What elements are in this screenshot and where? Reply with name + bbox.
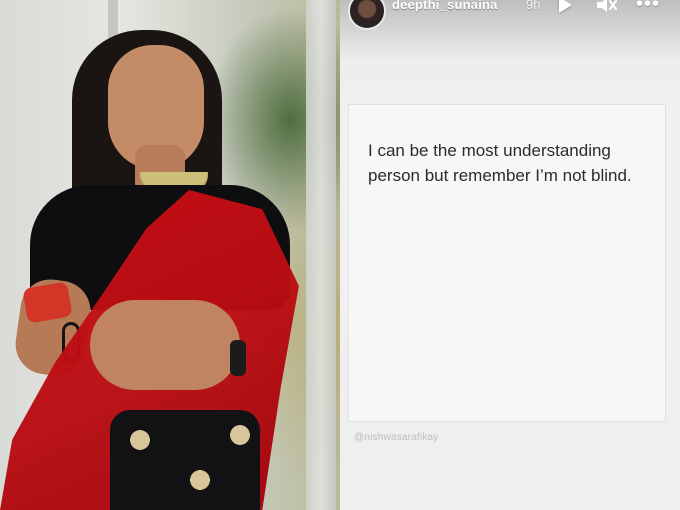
story-time: 9h [526, 0, 541, 12]
wrist-watch [230, 340, 246, 376]
avatar[interactable] [348, 0, 386, 30]
muted-volume-icon[interactable] [596, 0, 618, 14]
quote-text: I can be the most understanding person b… [368, 141, 632, 185]
story-header: deepthi_sunaina 9h ••• [340, 0, 680, 30]
more-icon[interactable]: ••• [636, 0, 660, 16]
patterned-skirt [110, 410, 260, 510]
instagram-story: deepthi_sunaina 9h ••• I can be the most… [340, 0, 680, 510]
hands [90, 300, 240, 390]
username[interactable]: deepthi_sunaina [392, 0, 498, 12]
background-tree-trunk [306, 0, 336, 510]
split-screenshot: deepthi_sunaina 9h ••• I can be the most… [0, 0, 680, 510]
left-photo [0, 0, 340, 510]
watermark-text: @nishwasarafikay [354, 432, 439, 443]
background-pole [108, 0, 118, 38]
play-icon[interactable] [559, 0, 572, 13]
